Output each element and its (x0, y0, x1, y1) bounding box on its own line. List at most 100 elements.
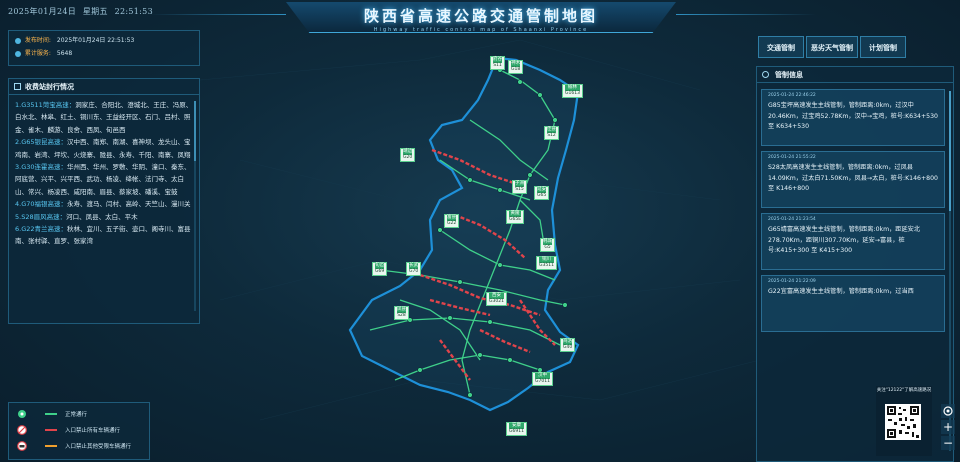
toll-list[interactable]: 1.G3511菏宝高速：洞家庄、合阳北、澄城北、王庄、冯原、白水北、林皋、红土、… (9, 95, 199, 248)
station-code: G7011 (535, 379, 550, 384)
legend-label-all-closed: 入口禁止所有车辆通行 (65, 428, 121, 434)
station-code: G6911 (509, 429, 524, 434)
toll-list-item: 2.G65银昆高速：汉中西、南郑、南湖、喜神坝、龙头山、宝鸡南、岩湾、坪坎、火烧… (15, 136, 193, 161)
control-card-text: G85宝坪高速发生主线管制，管制距离:0km，过汉中20.46Km，过宝鸡52.… (768, 102, 938, 130)
toll-list-item: 4.G70福银高速：永寿、渡马、闫村、高岭、天竺山、漫川关 (15, 198, 193, 210)
station-marker[interactable]: 西安 G3021 (486, 292, 507, 306)
station-marker[interactable]: 铜川 G3511 (536, 256, 557, 270)
zoom-in-button[interactable]: + (941, 420, 955, 434)
tab-planned-control[interactable]: 计划管制 (860, 36, 906, 58)
toll-list-item: 6.G22青兰高速：秋林、宜川、五子街、壶口、阁寺川、富县南、张村驿、直罗、张家… (15, 223, 193, 248)
station-code: G18 (511, 67, 521, 72)
service-count-value: 5648 (56, 50, 73, 57)
control-card[interactable]: 2025-01-24 21:55:22 S28太凤高速发生主线管制，管制距离:0k… (761, 151, 945, 208)
tab-weather-control[interactable]: 恶劣天气管制 (806, 36, 858, 58)
qr-code-box: 关注"12122"了解高速路况 (876, 386, 932, 456)
station-marker[interactable]: 延安 G65 (534, 186, 550, 200)
station-marker[interactable]: 商洛 G40 (560, 338, 576, 352)
station-code: G40 (563, 345, 573, 350)
station-marker[interactable]: 子洲 S15 (512, 180, 527, 194)
toll-station-names: 河口、凤县、太白、平木 (66, 212, 138, 221)
current-weekday: 星期五 (82, 7, 108, 16)
toll-scrollbar[interactable] (194, 101, 196, 311)
legend-line-restricted (45, 445, 57, 447)
station-code: G22 (447, 221, 457, 226)
control-card[interactable]: 2025-01-24 22:46:22 G85宝坪高速发生主线管制，管制距离:0k… (761, 89, 945, 146)
station-marker[interactable]: 府谷 S11 (490, 56, 505, 70)
toll-panel-header: 收费站封行情况 (9, 79, 199, 95)
toll-highway-name: 4.G70福银高速： (15, 200, 68, 209)
zoom-out-button[interactable]: − (941, 436, 955, 450)
page-subtitle: Highway traffic control map of Shaanxi P… (373, 27, 589, 33)
current-datetime: 2025年01月24日 星期五 22:51:53 (8, 6, 157, 17)
tab-traffic-control[interactable]: 交通管制 (758, 36, 804, 58)
current-time: 22:51:53 (114, 7, 153, 16)
control-card-text: S28太凤高速发生主线管制，管制距离:0km，过凤县14.09Km，过太白71.… (768, 164, 938, 192)
locate-icon (943, 406, 953, 416)
release-time-value: 2025年01月24日 22:51:53 (56, 37, 135, 44)
control-card[interactable]: 2025-01-24 21:23:54 G65靖富高速发生主线管制，管制距离:0k… (761, 213, 945, 270)
toll-list-item: 3.G30连霍高速：华州西、华州、罗敷、华阴、潼口、秦东、阿底营、兴平、兴平西、… (15, 161, 193, 198)
toll-highway-name: 3.G30连霍高速： (15, 163, 68, 172)
station-code: S15 (515, 187, 524, 192)
header-deco-right (676, 14, 816, 15)
locate-button[interactable] (941, 404, 955, 418)
station-code: G3511 (539, 263, 554, 268)
station-marker[interactable]: 榆林 G1613 (562, 84, 583, 98)
control-card-text: G22宜富高速发生主线管制，管制距离:0km，过当西 (768, 288, 914, 295)
control-card-text: G65靖富高速发生主线管制，管制距离:0km，距延安北278.70Km，距铜川3… (768, 226, 921, 254)
service-count-row: 累计服务: 5648 (9, 44, 199, 57)
station-marker[interactable]: 旬邑 G69 (372, 262, 388, 276)
station-code: G20 (403, 155, 413, 160)
header-deco-left (150, 14, 286, 15)
service-icon (15, 50, 21, 57)
toll-panel-title: 收费站封行情况 (25, 83, 74, 91)
list-icon (14, 83, 21, 90)
no-entry-icon (17, 425, 27, 435)
station-code: G70 (409, 269, 419, 274)
station-code: G65 (537, 193, 547, 198)
green-dot-icon (18, 410, 26, 418)
current-date: 2025年01月24日 (8, 7, 77, 16)
station-marker[interactable]: 安康 G6911 (506, 422, 527, 436)
station-marker[interactable]: 靖边 G20 (400, 148, 416, 162)
legend-line-normal (45, 413, 57, 415)
station-marker[interactable]: 佳县 S12 (544, 126, 559, 140)
station-marker[interactable]: 长武 G70 (406, 262, 422, 276)
control-panel-title: 管制信息 (775, 71, 803, 79)
qr-caption: 关注"12122"了解高速路况 (876, 388, 932, 393)
legend-line-all-closed (45, 429, 57, 431)
control-card[interactable]: 2025-01-24 21:22:09 G22宜富高速发生主线管制，管制距离:0k… (761, 275, 945, 332)
station-marker[interactable]: 黄陵 G65E (506, 210, 525, 224)
clock-icon (15, 37, 21, 44)
release-info-panel: 发布时间: 2025年01月24日 22:51:53 累计服务: 5648 (8, 30, 200, 66)
station-code: S12 (547, 133, 556, 138)
release-time-row: 发布时间: 2025年01月24日 22:51:53 (9, 31, 199, 44)
header: 2025年01月24日 星期五 22:51:53 陕西省高速公路交通管制地图 H… (0, 0, 960, 34)
truck-no-entry-icon (17, 441, 27, 451)
toll-highway-name: 5.S28眉风高速： (15, 212, 67, 221)
station-code: S11 (493, 63, 502, 68)
station-marker[interactable]: 汉中 G7011 (532, 372, 553, 386)
station-marker[interactable]: 凤县 S28 (394, 306, 409, 320)
control-scrollbar[interactable] (949, 91, 951, 451)
no-entry-icon (762, 71, 769, 78)
station-code: G3021 (489, 299, 504, 304)
legend-label-restricted: 入口禁止其他受限车辆通行 (65, 444, 132, 450)
station-marker[interactable]: 富县 G22 (444, 214, 460, 228)
station-code: G69 (375, 269, 385, 274)
toll-highway-name: 2.G65银昆高速： (15, 138, 68, 147)
legend-label-normal: 正常通行 (65, 412, 88, 418)
qr-code-image (885, 404, 921, 440)
legend-panel: 正常通行 入口禁止所有车辆通行 入口禁止其他受限车辆通行 (8, 402, 150, 460)
control-card-time: 2025-01-24 21:22:09 (768, 279, 816, 284)
control-panel-header: 管制信息 (757, 67, 953, 83)
toll-highway-name: 1.G3511菏宝高速： (15, 101, 76, 109)
toll-station-names: 永寿、渡马、闫村、高岭、天竺山、漫川关 (67, 200, 191, 209)
station-marker[interactable]: 神木 G18 (508, 60, 524, 74)
control-card-time: 2025-01-24 21:23:54 (768, 217, 816, 222)
station-code: S28 (397, 313, 406, 318)
station-code: G1613 (565, 91, 580, 96)
station-marker[interactable]: 韩城 G5 (540, 238, 555, 252)
station-code: G65E (509, 217, 522, 222)
